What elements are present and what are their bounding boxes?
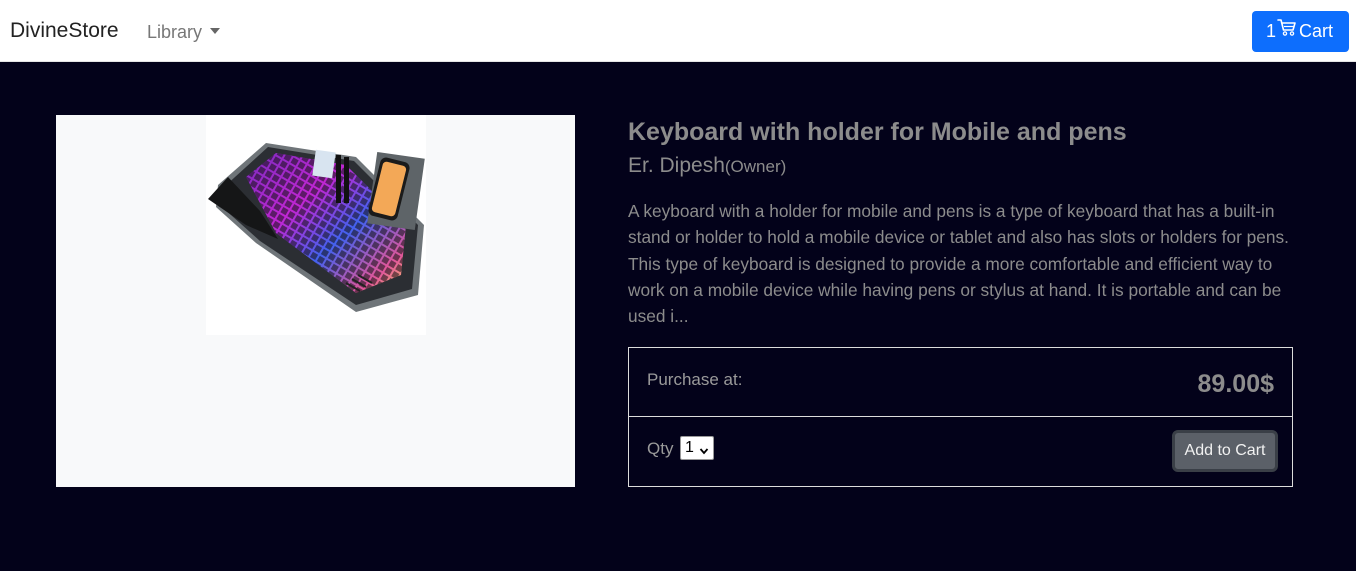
caret-down-icon bbox=[210, 28, 221, 35]
keyboard-image-icon bbox=[208, 143, 425, 312]
library-dropdown-label: Library bbox=[147, 22, 203, 42]
qty-select[interactable]: 1 bbox=[680, 436, 714, 460]
qty-value: 1 bbox=[685, 439, 694, 456]
brand-logo-link[interactable]: DivineStore bbox=[10, 17, 119, 45]
product-author: Er. Dipesh(Owner) bbox=[628, 152, 786, 181]
cart-label: Cart bbox=[1299, 21, 1334, 41]
purchase-label: Purchase at: bbox=[647, 370, 743, 389]
purchase-card: Purchase at: 89.00$ Qty 1 Add to Cart bbox=[628, 347, 1293, 487]
add-to-cart-button[interactable]: Add to Cart bbox=[1172, 430, 1278, 472]
author-name: Er. Dipesh bbox=[628, 154, 725, 177]
divider bbox=[629, 416, 1292, 417]
cart-button[interactable]: 1 Cart bbox=[1252, 11, 1349, 52]
top-navbar: DivineStore Library 1 Cart bbox=[0, 0, 1356, 62]
cart-icon bbox=[1277, 10, 1297, 51]
author-role: (Owner) bbox=[724, 157, 787, 176]
library-dropdown[interactable]: Library bbox=[147, 20, 221, 44]
cart-count: 1 bbox=[1266, 21, 1277, 41]
product-description: A keyboard with a holder for mobile and … bbox=[628, 201, 1289, 327]
qty-label: Qty bbox=[647, 439, 674, 458]
product-image bbox=[206, 115, 426, 335]
product-title: Keyboard with holder for Mobile and pens bbox=[628, 118, 1127, 146]
chevron-down-icon bbox=[699, 441, 709, 463]
product-price: 89.00$ bbox=[1197, 370, 1274, 398]
product-image-panel bbox=[56, 115, 575, 487]
